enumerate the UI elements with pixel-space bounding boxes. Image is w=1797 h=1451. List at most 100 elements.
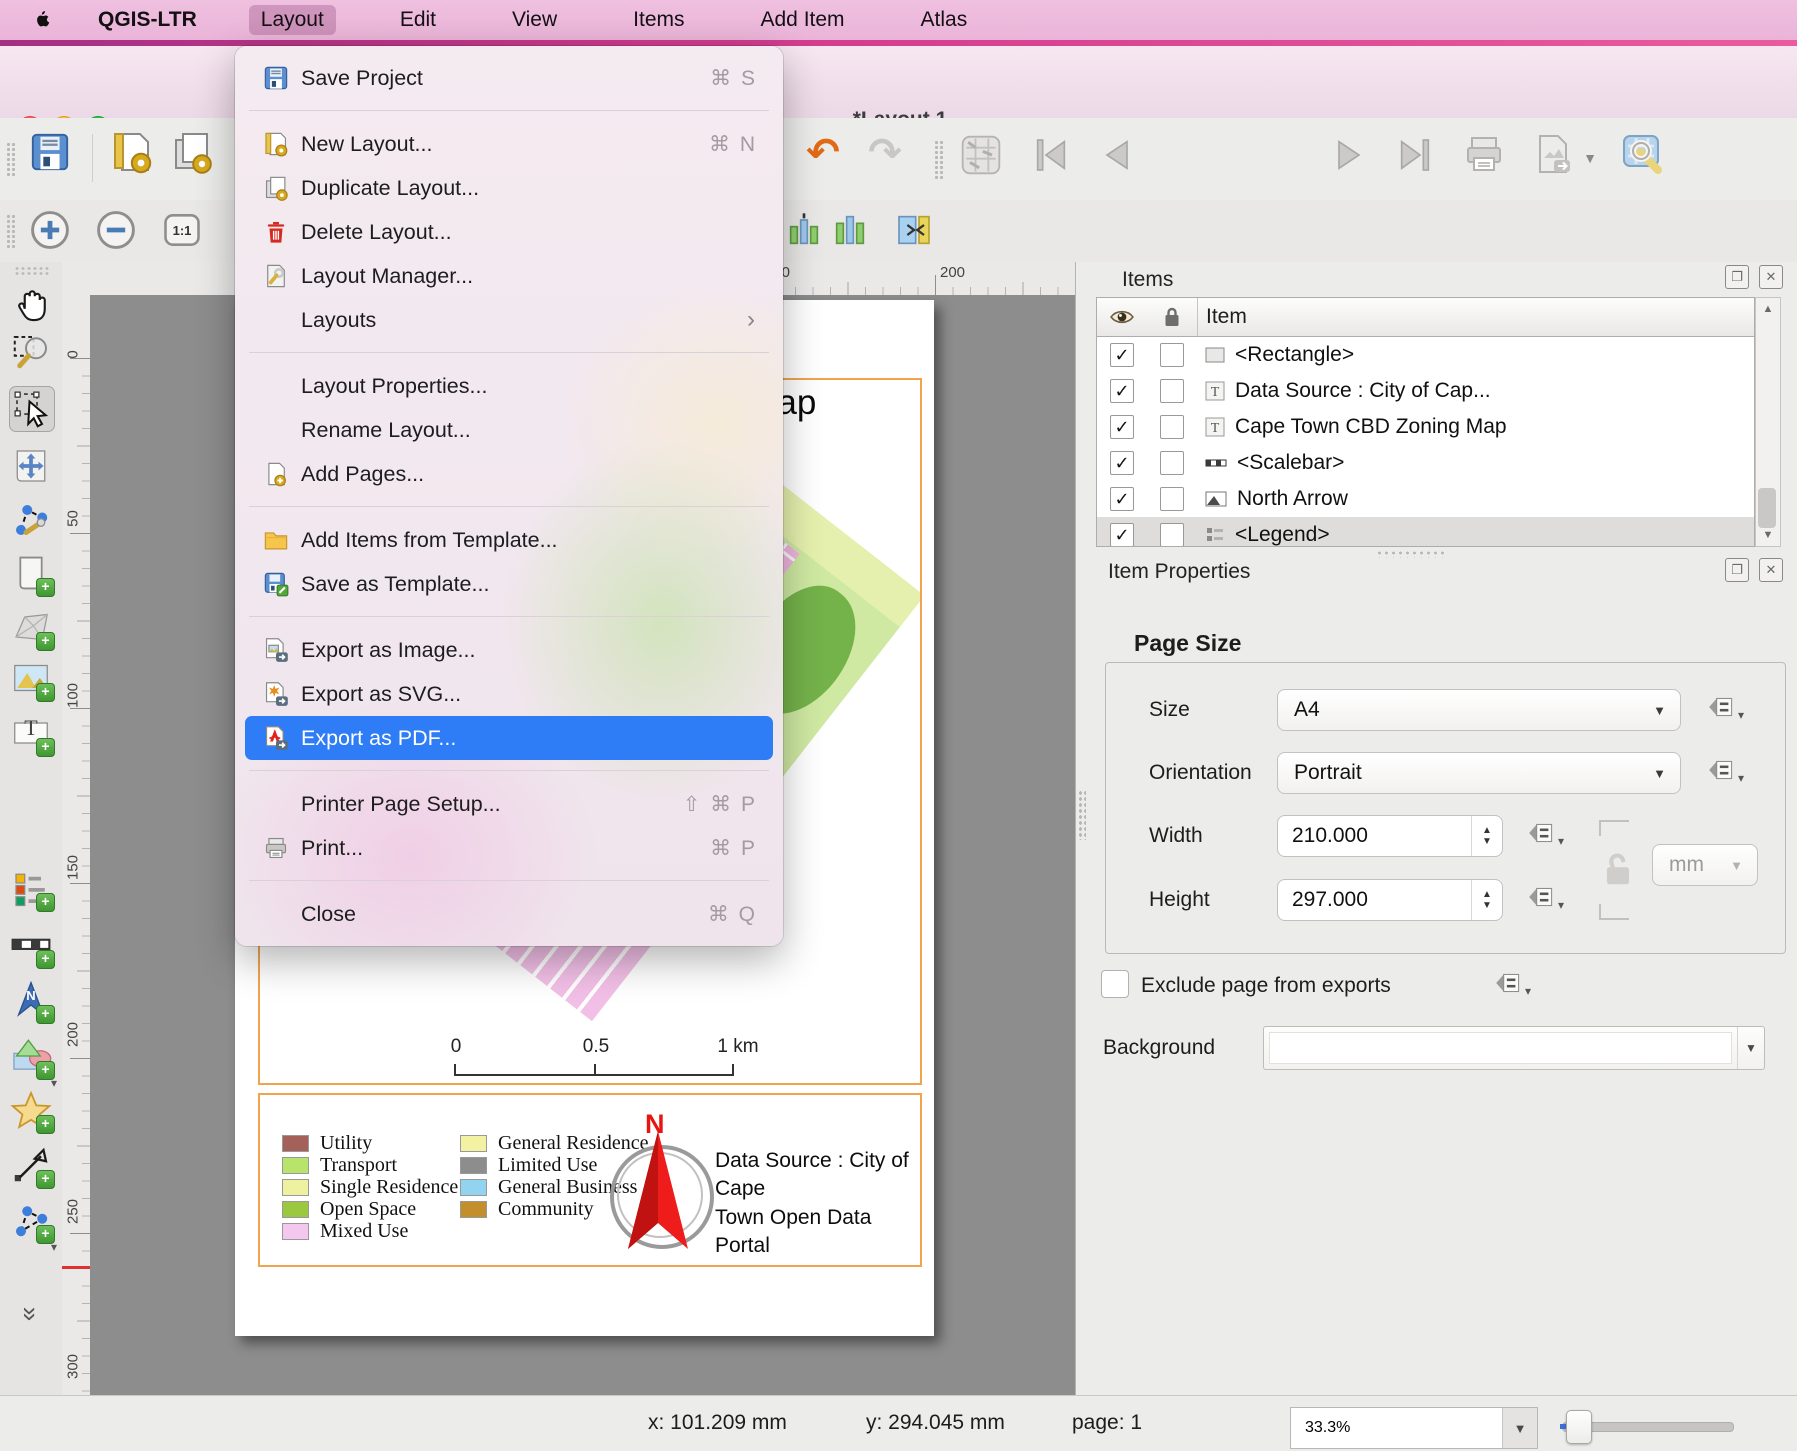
- lock-checkbox[interactable]: [1160, 487, 1184, 511]
- scroll-down-icon[interactable]: ▼: [1756, 524, 1780, 546]
- align-items-icon[interactable]: [892, 208, 936, 252]
- menu-item-duplicate-layout[interactable]: Duplicate Layout...: [235, 166, 783, 210]
- menu-item-print[interactable]: Print...⌘ P: [235, 826, 783, 870]
- duplicate-layout-button[interactable]: [168, 128, 216, 176]
- lower-items-icon[interactable]: [828, 208, 872, 252]
- float-properties-panel-icon[interactable]: ❐: [1725, 558, 1749, 582]
- add-shape-icon[interactable]: + ▾: [9, 1034, 53, 1078]
- add-picture-icon[interactable]: +: [9, 656, 53, 700]
- toolbar-grip-2[interactable]: [934, 140, 944, 180]
- close-items-panel-icon[interactable]: ✕: [1759, 265, 1783, 289]
- width-data-defined-icon[interactable]: ▾: [1526, 818, 1564, 848]
- zoom-level-combo[interactable]: 33.3% ▼: [1290, 1407, 1538, 1449]
- menu-items[interactable]: Items: [621, 5, 696, 35]
- visibility-checkbox[interactable]: ✓: [1110, 379, 1134, 403]
- visibility-checkbox[interactable]: ✓: [1110, 487, 1134, 511]
- zoom-combo-arrow-icon[interactable]: ▼: [1502, 1408, 1537, 1448]
- undo-icon[interactable]: ↶: [800, 130, 846, 176]
- toolbar-grip-3[interactable]: [6, 214, 16, 250]
- items-table[interactable]: Item ✓ <Rectangle> ✓ TData Source : City…: [1096, 297, 1755, 547]
- zoom-out-icon[interactable]: [92, 206, 140, 254]
- zoom-slider-handle[interactable]: [1566, 1410, 1592, 1444]
- visibility-checkbox[interactable]: ✓: [1110, 343, 1134, 367]
- scrollbar-thumb[interactable]: [1758, 488, 1776, 528]
- size-data-defined-icon[interactable]: ▾: [1706, 692, 1744, 722]
- lock-checkbox[interactable]: [1160, 343, 1184, 367]
- menu-item-delete-layout[interactable]: Delete Layout...: [235, 210, 783, 254]
- exclude-page-checkbox[interactable]: [1101, 970, 1129, 998]
- pan-tool-icon[interactable]: [9, 283, 53, 327]
- select-move-item-tool-icon[interactable]: [9, 386, 55, 432]
- menu-item-export-as-svg[interactable]: Export as SVG...: [235, 672, 783, 716]
- menu-item-export-as-image[interactable]: Export as Image...: [235, 628, 783, 672]
- menu-item-export-as-pdf[interactable]: Export as PDF...: [245, 716, 773, 760]
- new-layout-button[interactable]: [108, 128, 156, 176]
- edit-nodes-tool-icon[interactable]: [9, 498, 53, 542]
- items-row-rectangle[interactable]: ✓ <Rectangle>: [1097, 337, 1754, 373]
- exclude-data-defined-icon[interactable]: ▾: [1493, 968, 1531, 998]
- items-row-scalebar[interactable]: ✓ <Scalebar>: [1097, 445, 1754, 481]
- raise-items-icon[interactable]: [782, 208, 826, 252]
- menu-layout[interactable]: Layout: [249, 5, 336, 35]
- menu-item-layouts-submenu[interactable]: Layouts›: [235, 298, 783, 342]
- items-row-title-label[interactable]: ✓ TCape Town CBD Zoning Map: [1097, 409, 1754, 445]
- height-data-defined-icon[interactable]: ▾: [1526, 882, 1564, 912]
- items-row-legend[interactable]: ✓ <Legend>: [1097, 517, 1754, 547]
- menu-add-item[interactable]: Add Item: [749, 5, 857, 35]
- add-page-icon[interactable]: +: [9, 551, 53, 595]
- width-spinbox[interactable]: 210.000 ▲▼: [1277, 815, 1503, 857]
- toolbar-grip[interactable]: [6, 142, 16, 178]
- items-row-datasource-label[interactable]: ✓ TData Source : City of Cap...: [1097, 373, 1754, 409]
- menu-item-add-items-from-template[interactable]: Add Items from Template...: [235, 518, 783, 562]
- add-north-arrow-icon[interactable]: N +: [9, 978, 53, 1022]
- menu-item-close[interactable]: Close⌘ Q: [235, 892, 783, 936]
- add-arrow-icon[interactable]: +: [9, 1143, 53, 1187]
- menu-item-add-pages[interactable]: Add Pages...: [235, 452, 783, 496]
- float-items-panel-icon[interactable]: ❐: [1725, 265, 1749, 289]
- lock-checkbox[interactable]: [1160, 379, 1184, 403]
- more-tools-chevron-icon[interactable]: »: [9, 1292, 53, 1336]
- menu-item-new-layout[interactable]: New Layout...⌘ N: [235, 122, 783, 166]
- items-row-north-arrow[interactable]: ✓ North Arrow: [1097, 481, 1754, 517]
- scroll-up-icon[interactable]: ▲: [1756, 298, 1780, 320]
- move-content-tool-icon[interactable]: [9, 444, 53, 488]
- add-marker-icon[interactable]: +: [9, 1088, 53, 1132]
- atlas-settings-icon[interactable]: [1618, 128, 1670, 180]
- lock-checkbox[interactable]: [1160, 451, 1184, 475]
- add-3d-map-icon[interactable]: +: [9, 605, 53, 649]
- items-scrollbar[interactable]: ▲ ▼: [1755, 297, 1781, 547]
- add-scalebar-icon[interactable]: +: [9, 923, 53, 967]
- add-node-item-icon[interactable]: + ▾: [9, 1198, 53, 1242]
- zoom-actual-icon[interactable]: 1:1: [158, 206, 206, 254]
- dock-splitter-handle[interactable]: [1078, 790, 1086, 840]
- background-color-button[interactable]: ▼: [1263, 1026, 1765, 1070]
- add-legend-icon[interactable]: +: [9, 866, 53, 910]
- toolbox-grip[interactable]: [14, 266, 50, 276]
- menu-item-printer-page-setup[interactable]: Printer Page Setup...⇧ ⌘ P: [235, 782, 783, 826]
- visibility-checkbox[interactable]: ✓: [1110, 451, 1134, 475]
- menu-item-rename-layout[interactable]: Rename Layout...: [235, 408, 783, 452]
- orientation-combo[interactable]: Portrait ▼: [1277, 752, 1681, 794]
- apple-icon[interactable]: [34, 9, 54, 32]
- menu-item-layout-manager[interactable]: Layout Manager...: [235, 254, 783, 298]
- lock-checkbox[interactable]: [1160, 523, 1184, 547]
- add-label-icon[interactable]: T +: [9, 711, 53, 755]
- lock-checkbox[interactable]: [1160, 415, 1184, 439]
- menu-edit[interactable]: Edit: [388, 5, 448, 35]
- zoom-tool-icon[interactable]: [9, 330, 53, 374]
- menu-item-save-as-template[interactable]: Save as Template...: [235, 562, 783, 606]
- menu-item-save-project[interactable]: Save Project⌘ S: [235, 56, 783, 100]
- menu-item-layout-properties[interactable]: Layout Properties...: [235, 364, 783, 408]
- visibility-checkbox[interactable]: ✓: [1110, 523, 1134, 547]
- width-spin-arrows[interactable]: ▲▼: [1471, 816, 1502, 856]
- redo-icon[interactable]: ↷: [862, 130, 908, 176]
- height-spin-arrows[interactable]: ▲▼: [1471, 880, 1502, 920]
- height-spinbox[interactable]: 297.000 ▲▼: [1277, 879, 1503, 921]
- legend-frame-rectangle[interactable]: Utility Transport Single Residence Open …: [258, 1093, 922, 1267]
- background-dropdown-arrow-icon[interactable]: ▼: [1737, 1027, 1764, 1069]
- orientation-data-defined-icon[interactable]: ▾: [1706, 755, 1744, 785]
- close-properties-panel-icon[interactable]: ✕: [1759, 558, 1783, 582]
- link-dimensions-lock-icon[interactable]: [1599, 820, 1639, 920]
- zoom-in-icon[interactable]: [26, 206, 74, 254]
- menu-atlas[interactable]: Atlas: [909, 5, 980, 35]
